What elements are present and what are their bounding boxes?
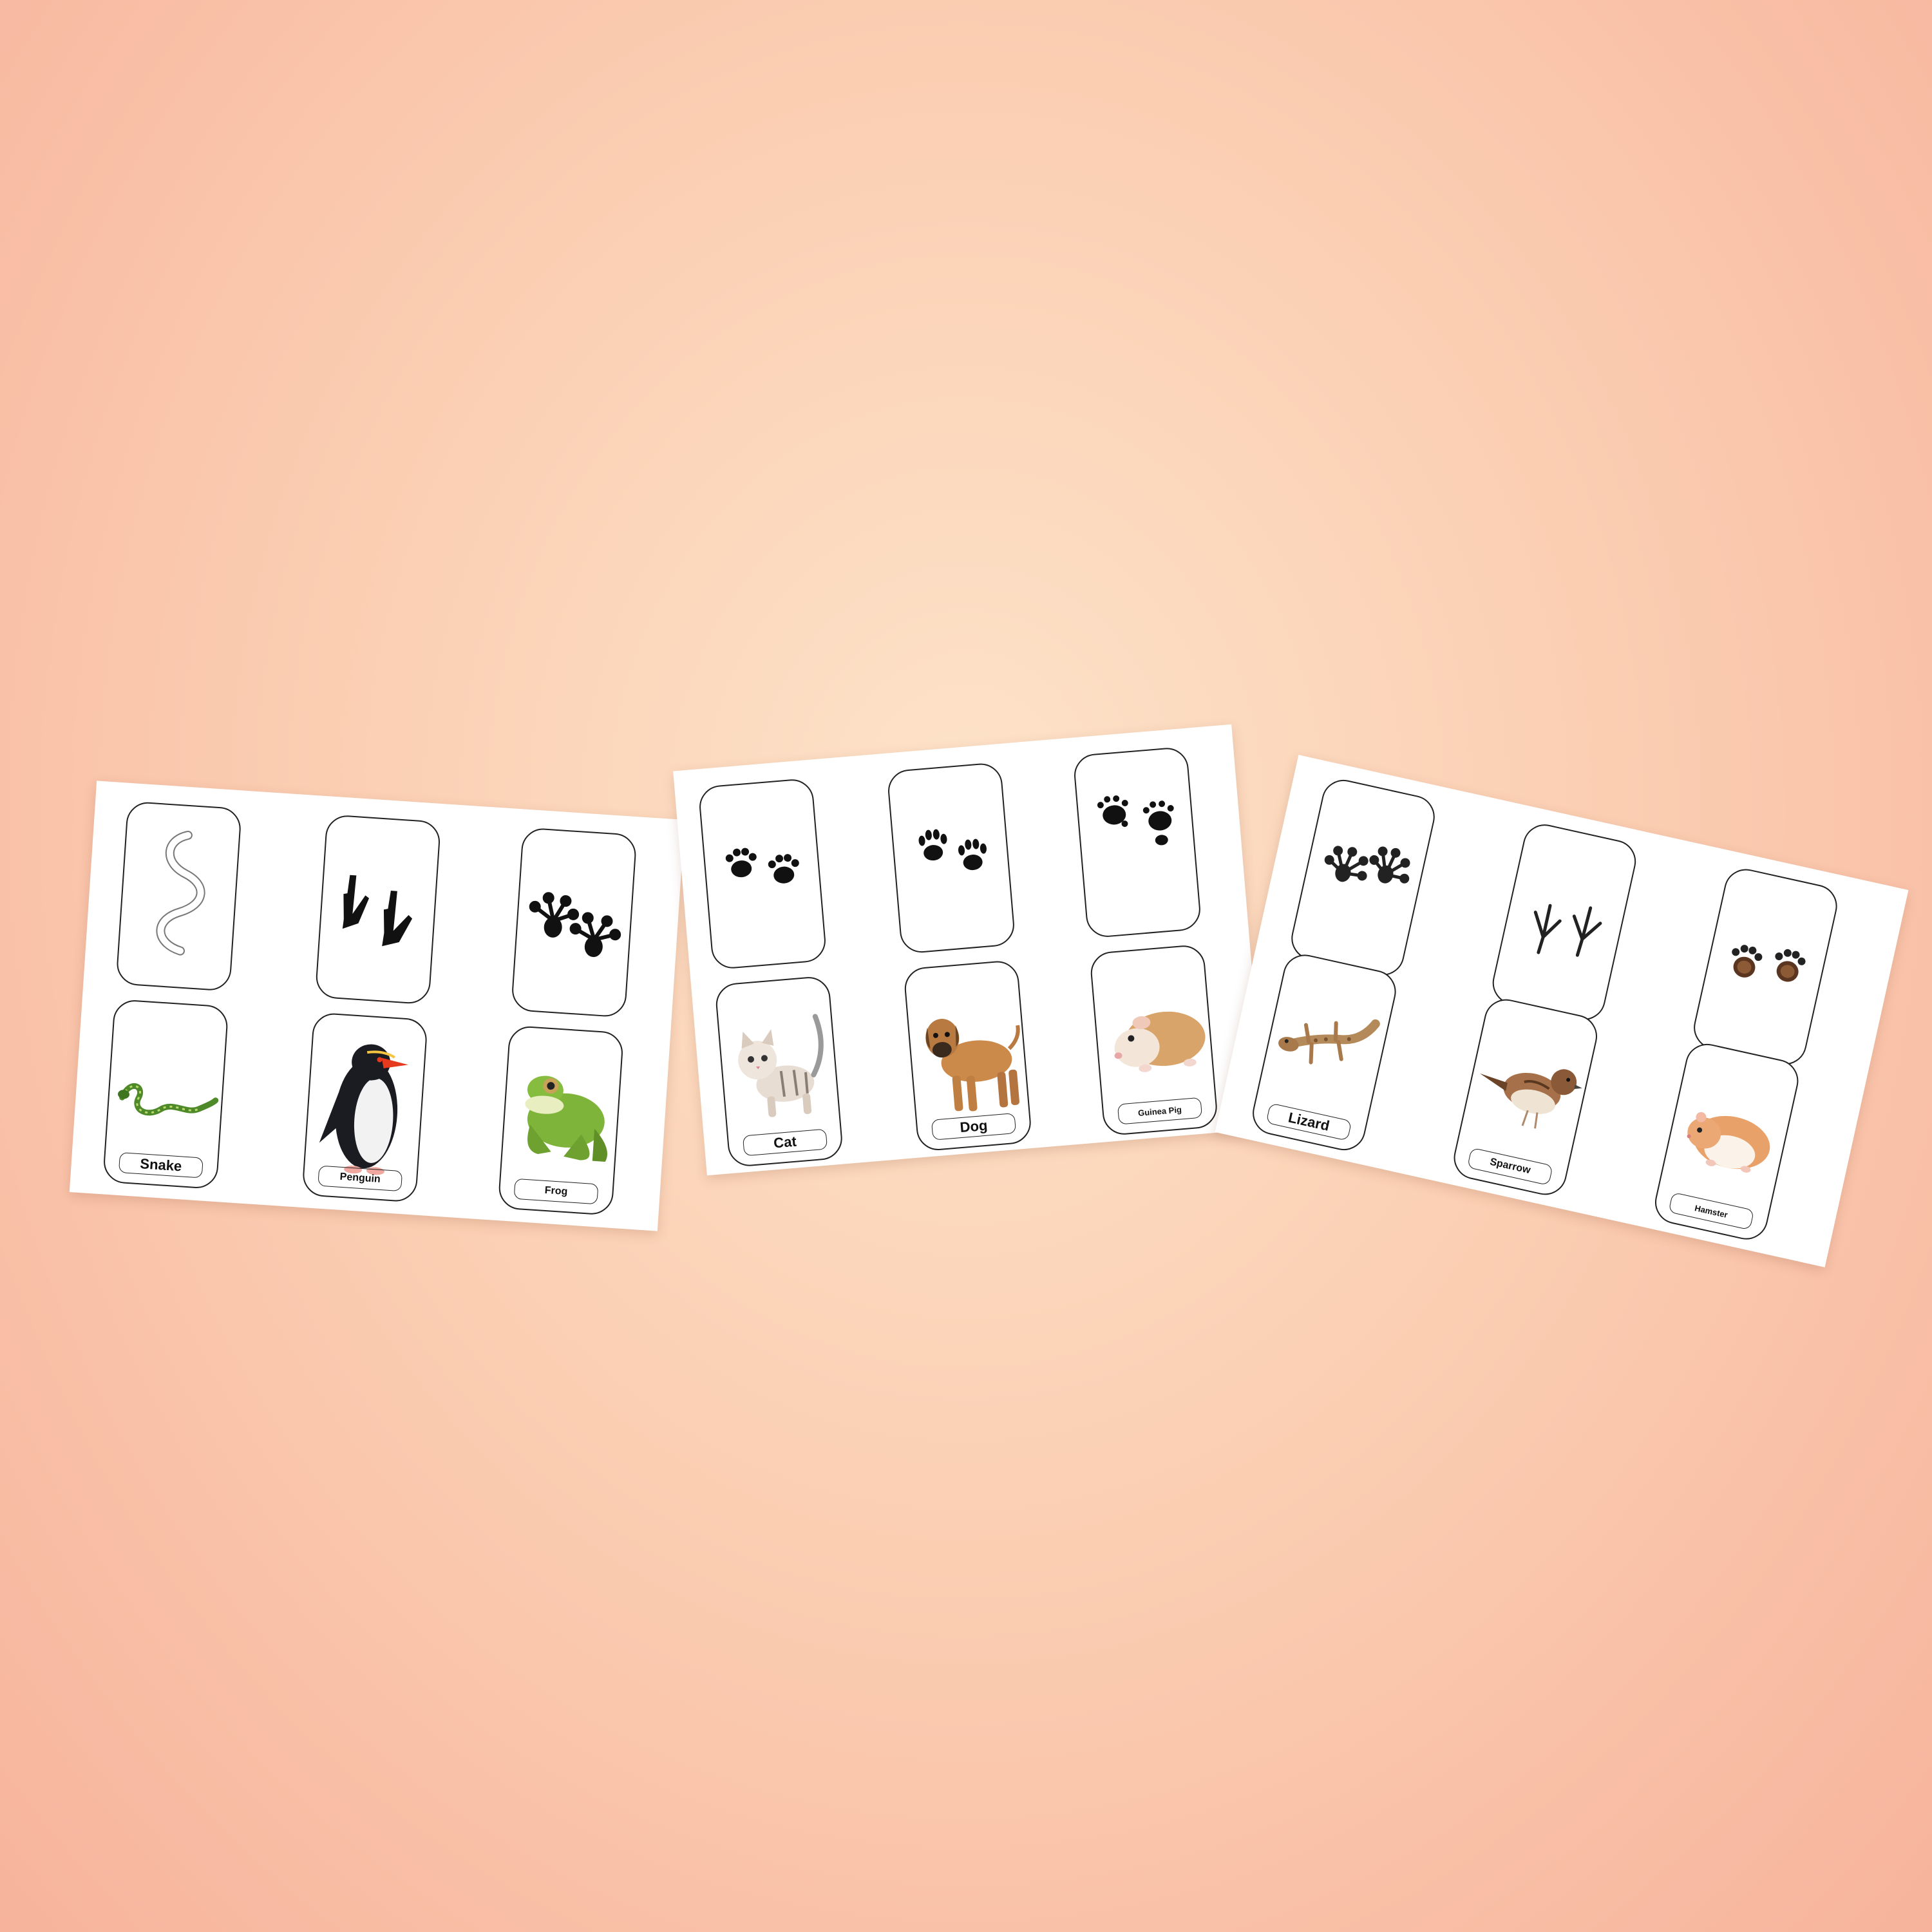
snake-track-icon (156, 830, 205, 956)
card-sheet-2: Cat Dog Guinea Pig (673, 724, 1265, 1176)
penguin-card[interactable]: Penguin (301, 1012, 428, 1203)
frog-track-card[interactable] (511, 827, 638, 1018)
lizard-track-card[interactable] (1287, 775, 1439, 980)
guinea-pig-track-card[interactable] (1072, 746, 1202, 939)
card-sheet-3: Lizard Sparrow Hamster (1215, 755, 1909, 1267)
hamster-track-card[interactable] (1689, 864, 1842, 1069)
frog-track-icon (529, 892, 621, 958)
bird-track-icon (1533, 904, 1602, 957)
sparrow-track-card[interactable] (1488, 820, 1640, 1025)
frog-card[interactable]: Frog (497, 1025, 625, 1216)
hamster-card[interactable]: Hamster (1651, 1039, 1803, 1244)
card-sheet-1: Snake Penguin Frog (69, 781, 685, 1231)
cat-track-card[interactable] (697, 777, 828, 971)
guinea-pig-card[interactable]: Guinea Pig (1089, 943, 1219, 1137)
snake-track-card[interactable] (115, 800, 242, 992)
cat-card[interactable]: Cat (714, 975, 844, 1168)
sparrow-card[interactable]: Sparrow (1450, 995, 1602, 1199)
penguin-track-card[interactable] (314, 814, 442, 1005)
dog-card[interactable]: Dog (903, 959, 1033, 1152)
penguin-track-icon (342, 875, 413, 947)
lizard-card[interactable]: Lizard (1248, 950, 1401, 1155)
paw-print-icon (1732, 945, 1806, 982)
paw-print-icon (1097, 795, 1174, 846)
snake-card[interactable]: Snake (102, 998, 229, 1190)
dog-track-card[interactable] (886, 761, 1016, 954)
lizard-track-icon (1324, 846, 1410, 884)
paw-print-icon (918, 829, 987, 871)
paw-print-icon (725, 848, 799, 884)
